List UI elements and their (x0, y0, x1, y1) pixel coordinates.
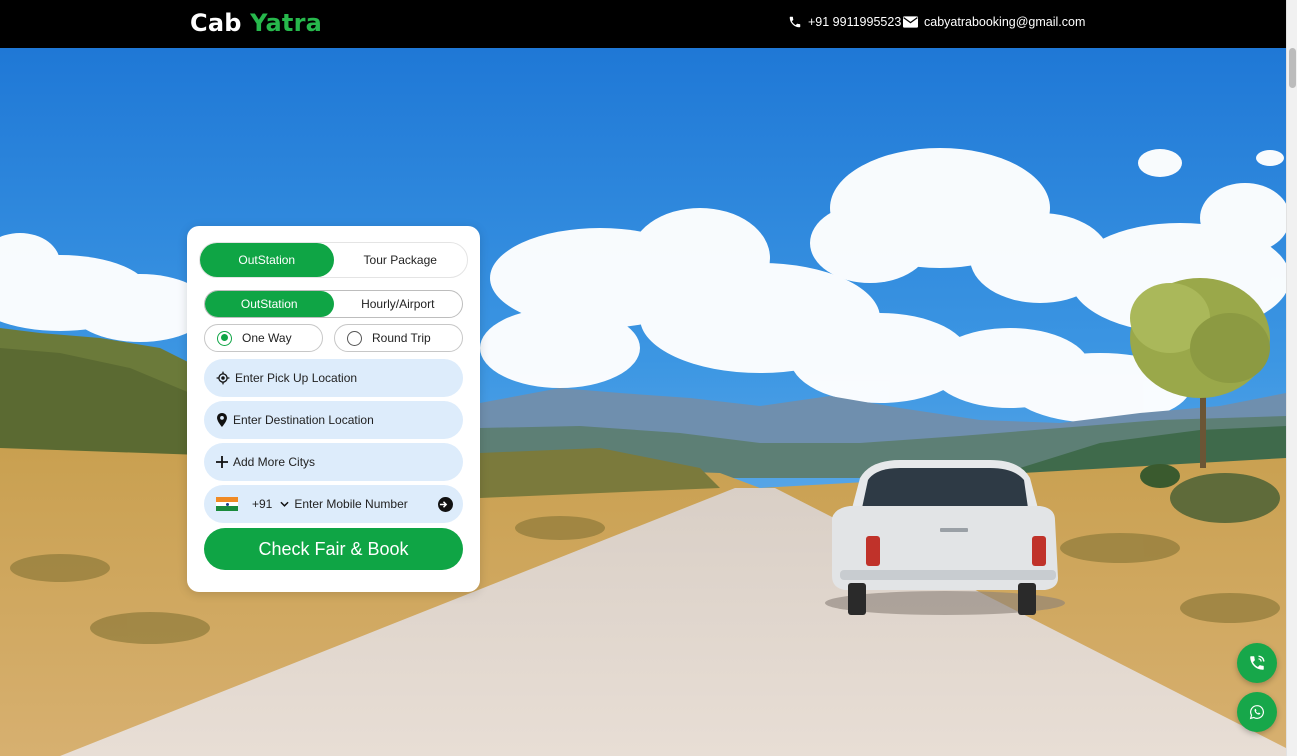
crosshair-icon (216, 371, 230, 385)
radio-one-way[interactable]: One Way (204, 324, 323, 352)
pickup-location-field[interactable]: Enter Pick Up Location (204, 359, 463, 397)
brand-name-part2: Yatra (250, 9, 323, 37)
brand-logo[interactable]: Cab Yatra (190, 9, 322, 37)
scrollbar-thumb[interactable] (1289, 48, 1296, 88)
add-more-cities-label: Add More Citys (233, 455, 316, 469)
arrow-right-icon[interactable] (438, 497, 453, 512)
chevron-down-icon[interactable] (280, 501, 289, 507)
radio-one-way-label: One Way (242, 331, 292, 345)
page-scrollbar[interactable] (1286, 0, 1297, 756)
destination-location-field[interactable]: Enter Destination Location (204, 401, 463, 439)
booking-form-card: OutStation Tour Package OutStation Hourl… (187, 226, 480, 592)
tab-tour-package[interactable]: Tour Package (334, 243, 468, 277)
pickup-location-placeholder: Enter Pick Up Location (235, 371, 358, 385)
header-phone-text: +91 9911995523 (808, 15, 902, 29)
mobile-number-placeholder: Enter Mobile Number (294, 497, 408, 511)
mobile-number-field[interactable]: +91 Enter Mobile Number (204, 485, 463, 523)
subtab-outstation[interactable]: OutStation (205, 291, 334, 317)
radio-round-trip-indicator (347, 330, 362, 346)
check-fare-book-button[interactable]: Check Fair & Book (204, 528, 463, 570)
whatsapp-floating-button[interactable] (1237, 692, 1277, 732)
sub-tabs: OutStation Hourly/Airport (204, 290, 463, 318)
call-floating-button[interactable] (1237, 643, 1277, 683)
subtab-hourly-airport[interactable]: Hourly/Airport (334, 291, 463, 317)
add-more-cities-button[interactable]: Add More Citys (204, 443, 463, 481)
brand-name-part1: Cab (190, 9, 242, 37)
tab-outstation[interactable]: OutStation (200, 243, 334, 277)
phone-icon (789, 16, 801, 28)
radio-one-way-indicator (217, 330, 232, 346)
top-header: Cab Yatra +91 9911995523 cabyatrabooking… (0, 0, 1286, 48)
map-pin-icon (217, 413, 227, 427)
mail-icon (903, 16, 918, 28)
destination-location-placeholder: Enter Destination Location (233, 413, 374, 427)
main-tabs: OutStation Tour Package (199, 242, 468, 278)
whatsapp-icon (1249, 705, 1264, 720)
header-phone[interactable]: +91 9911995523 (788, 15, 901, 29)
header-email[interactable]: cabyatrabooking@gmail.com (903, 15, 1085, 29)
phone-call-icon (1250, 655, 1265, 670)
country-code-select[interactable]: +91 (252, 497, 272, 511)
india-flag-icon (216, 497, 238, 512)
header-email-text: cabyatrabooking@gmail.com (924, 15, 1086, 29)
radio-round-trip[interactable]: Round Trip (334, 324, 463, 352)
plus-icon (216, 456, 228, 468)
radio-round-trip-label: Round Trip (372, 331, 431, 345)
